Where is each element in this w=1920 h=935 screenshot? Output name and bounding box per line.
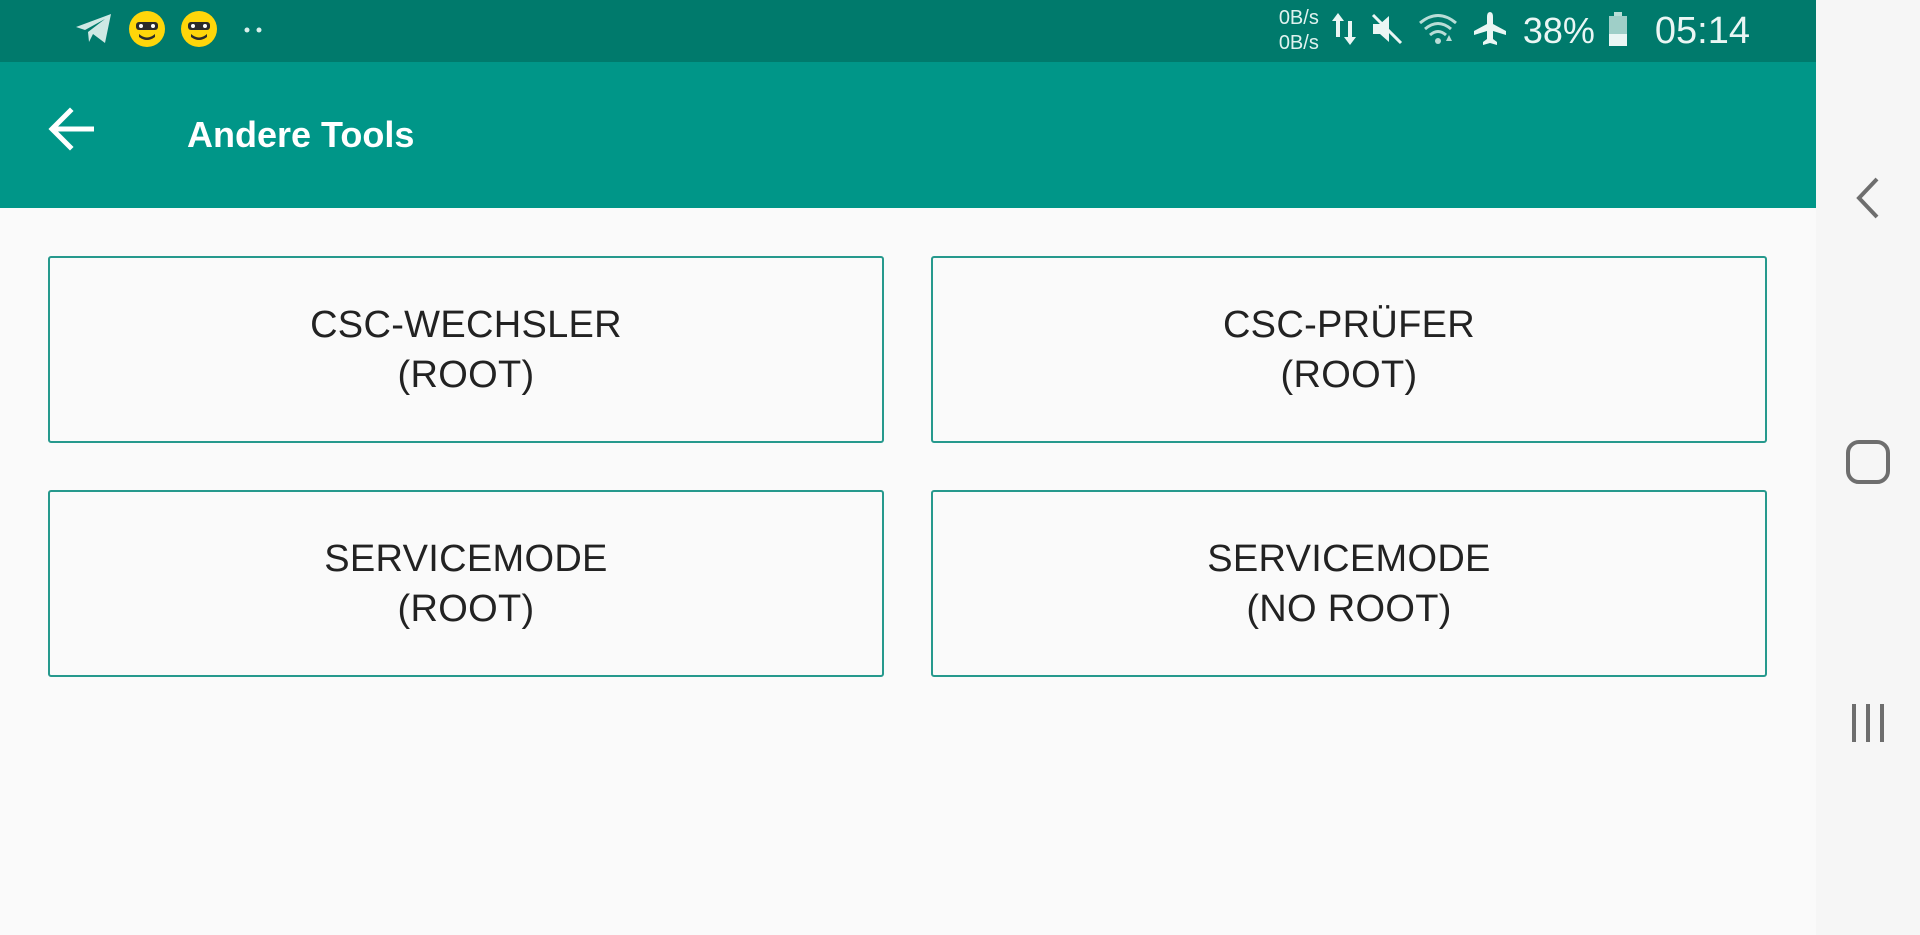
button-label-line1: CSC-PRÜFER	[1222, 303, 1476, 346]
home-icon	[1845, 439, 1891, 490]
app-face-icon	[128, 10, 166, 53]
telegram-icon	[74, 12, 114, 51]
tools-grid: CSC-WECHSLER (ROOT) CSC-PRÜFER (ROOT) SE…	[48, 256, 1767, 677]
net-up-speed: 0B/s	[1278, 7, 1319, 29]
notification-icons	[74, 10, 266, 53]
mute-icon	[1369, 11, 1405, 52]
servicemode-no-root-button[interactable]: SERVICEMODE (NO ROOT)	[931, 490, 1767, 677]
button-label-line2: (NO ROOT)	[1246, 587, 1452, 630]
servicemode-root-button[interactable]: SERVICEMODE (ROOT)	[48, 490, 884, 677]
back-chevron-icon	[1853, 176, 1883, 225]
nav-recents-button[interactable]	[1838, 695, 1898, 755]
button-label-line2: (ROOT)	[1280, 353, 1418, 396]
data-transfer-icon	[1331, 11, 1357, 52]
nav-back-button[interactable]	[1838, 170, 1898, 230]
csc-wechsler-root-button[interactable]: CSC-WECHSLER (ROOT)	[48, 256, 884, 443]
back-button[interactable]	[40, 99, 104, 163]
network-speed: 0B/s 0B/s	[1279, 6, 1319, 56]
arrow-left-icon	[48, 106, 96, 156]
csc-pruefer-root-button[interactable]: CSC-PRÜFER (ROOT)	[931, 256, 1767, 443]
wifi-icon	[1417, 11, 1459, 52]
more-dots-icon	[242, 22, 266, 40]
button-label-line2: (ROOT)	[397, 587, 535, 630]
status-bar: 0B/s 0B/s 38% 05:14	[0, 0, 1816, 62]
navigation-bar	[1816, 0, 1920, 935]
recents-icon	[1846, 701, 1890, 750]
button-label-line2: (ROOT)	[397, 353, 535, 396]
battery-icon	[1607, 11, 1629, 52]
app-face-icon	[180, 10, 218, 53]
button-label-line1: SERVICEMODE	[1207, 537, 1491, 580]
nav-home-button[interactable]	[1838, 434, 1898, 494]
net-down-speed: 0B/s	[1278, 32, 1319, 54]
clock: 05:14	[1654, 9, 1750, 52]
app-screen: 0B/s 0B/s 38% 05:14 Andere Tools CSC-WEC…	[0, 0, 1816, 935]
app-bar: Andere Tools	[0, 62, 1816, 208]
button-label-line1: CSC-WECHSLER	[310, 303, 622, 346]
system-indicators: 0B/s 0B/s 38% 05:14	[1279, 6, 1750, 56]
battery-percent: 38%	[1522, 10, 1595, 51]
page-title: Andere Tools	[187, 114, 415, 155]
button-label-line1: SERVICEMODE	[324, 537, 608, 580]
airplane-icon	[1471, 10, 1509, 53]
